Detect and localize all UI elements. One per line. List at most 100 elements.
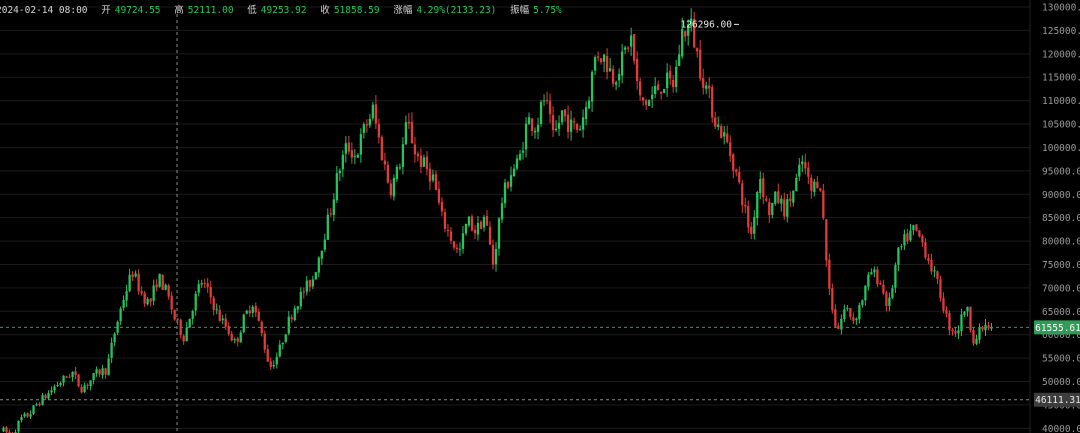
candle-body: [729, 142, 732, 156]
candle-body: [819, 188, 822, 191]
candle-body: [762, 178, 765, 198]
candle-body: [930, 259, 933, 272]
candle-body: [29, 414, 32, 417]
candle-body: [873, 269, 876, 273]
candle-body: [332, 199, 335, 215]
price-axis[interactable]: 40000.0045000.0050000.0055000.0060000.00…: [1029, 0, 1080, 433]
candle-body: [614, 82, 618, 85]
candle-body: [254, 305, 257, 313]
candle-body: [807, 167, 810, 177]
candle-body: [708, 85, 711, 89]
candle-body: [924, 242, 927, 258]
candle-body: [702, 78, 705, 88]
candle-body: [548, 100, 552, 115]
candle-body: [720, 125, 723, 138]
candle-body: [83, 385, 86, 393]
candle-body: [605, 56, 609, 72]
candle-body: [620, 51, 624, 76]
price-tick-label: 40000.00: [1042, 424, 1080, 433]
candle-body: [536, 124, 540, 132]
candle-body: [623, 47, 627, 50]
candle-body: [119, 308, 122, 322]
candle-body: [221, 318, 224, 321]
candle-body: [666, 72, 669, 89]
candle-body: [867, 274, 870, 287]
candle-body: [732, 154, 735, 171]
candle-body: [768, 202, 771, 216]
candle-body: [428, 168, 432, 182]
candles[interactable]: [2, 8, 993, 433]
candle-body: [353, 156, 356, 158]
candle-body: [575, 123, 579, 130]
candle-body: [918, 230, 921, 237]
candle-body: [642, 97, 645, 101]
price-tick-label: 120000.00: [1042, 49, 1080, 60]
candle-body: [416, 153, 420, 157]
candle-body: [296, 306, 299, 310]
candle-body: [705, 85, 708, 89]
candle-body: [837, 325, 840, 329]
candle-body: [696, 48, 699, 52]
candle-body: [777, 191, 780, 203]
amplitude-label: 振幅: [510, 5, 530, 16]
price-tick-label: 130000.00: [1042, 3, 1080, 14]
candle-body: [386, 164, 390, 183]
candle-body: [717, 124, 720, 127]
candle-body: [584, 107, 588, 120]
candle-body: [140, 291, 143, 294]
candle-body: [888, 297, 891, 306]
candle-body: [398, 167, 402, 169]
candle-body: [272, 365, 275, 367]
candle-body: [885, 292, 888, 307]
price-tick-label: 100000.00: [1042, 143, 1080, 154]
candle-body: [182, 335, 185, 342]
candle-body: [392, 177, 396, 197]
candle-body: [741, 183, 744, 206]
candle-body: [383, 160, 387, 165]
candle-body: [861, 300, 864, 306]
amplitude-value: 5.75%: [533, 5, 562, 16]
high-value: 52111.00: [187, 5, 234, 16]
candle-body: [161, 274, 164, 290]
candle-body: [684, 31, 687, 37]
candle-body: [53, 386, 56, 391]
candle-body: [311, 279, 314, 287]
candle-body: [437, 188, 441, 203]
candle-body: [32, 405, 35, 414]
candle-body: [56, 385, 59, 387]
candle-body: [395, 166, 399, 180]
candle-body: [236, 338, 239, 342]
candle-body: [500, 203, 504, 220]
candle-body: [446, 230, 450, 232]
candle-body: [569, 119, 573, 132]
candle-body: [747, 205, 750, 228]
candle-body: [957, 330, 960, 334]
candle-body: [750, 226, 753, 234]
candle-body: [590, 72, 594, 102]
candle-body: [269, 361, 272, 367]
candle-body: [936, 271, 939, 279]
candle-body: [563, 109, 567, 117]
close-value: 51858.59: [333, 5, 380, 16]
candle-body: [425, 156, 429, 170]
candle-body: [482, 216, 486, 228]
candle-body: [972, 329, 975, 344]
candle-body: [290, 317, 293, 320]
candle-body: [611, 69, 615, 84]
candle-body: [434, 174, 438, 191]
candlestick-chart[interactable]: 40000.0045000.0050000.0055000.0060000.00…: [0, 0, 1080, 433]
candle-body: [371, 104, 375, 119]
reference-lines: [0, 326, 1030, 401]
candle-body: [308, 279, 311, 287]
low-value: 49253.92: [260, 5, 307, 16]
candle-body: [65, 376, 68, 378]
candle-body: [233, 339, 236, 341]
candle-body: [915, 224, 918, 231]
candle-body: [299, 291, 302, 307]
candle-body: [188, 318, 191, 328]
candle-body: [266, 349, 269, 362]
candle-body: [17, 420, 20, 432]
candle-body: [401, 144, 405, 167]
candle-body: [101, 368, 104, 376]
candle-body: [314, 272, 317, 280]
